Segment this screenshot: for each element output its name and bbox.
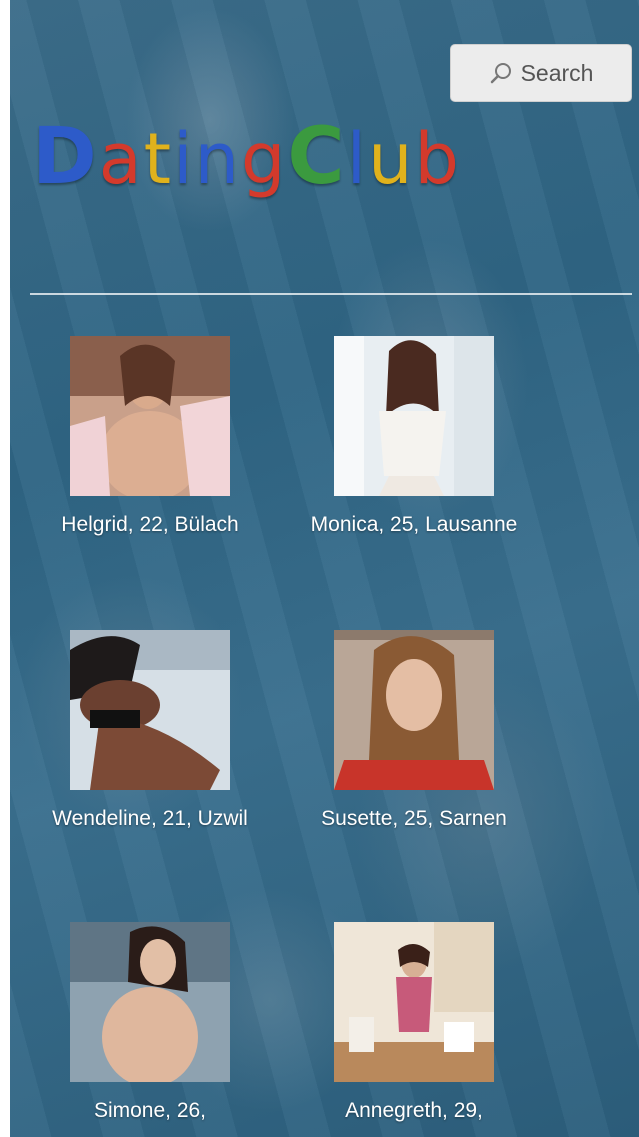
profile-name[interactable]: Simone, 26, — [10, 1094, 290, 1128]
profile-name[interactable]: Helgrid, 22, Bülach — [10, 508, 290, 542]
profile-card[interactable]: Simone, 26, — [10, 922, 290, 1128]
profile-card[interactable]: Annegreth, 29, — [274, 922, 554, 1128]
profile-photo[interactable] — [70, 336, 230, 496]
profile-card[interactable]: Susette, 25, Sarnen — [274, 630, 554, 836]
profile-photo[interactable] — [70, 922, 230, 1082]
profile-photo[interactable] — [334, 630, 494, 790]
profile-name[interactable]: Annegreth, 29, — [274, 1094, 554, 1128]
profile-card[interactable]: Helgrid, 22, Bülach — [10, 336, 290, 542]
profile-name[interactable]: Wendeline, 21, Uzwil — [10, 802, 290, 836]
profile-photo[interactable] — [70, 630, 230, 790]
profile-grid: Helgrid, 22, Bülach Monica, 25, Lausanne… — [0, 0, 639, 1137]
profile-card[interactable]: Wendeline, 21, Uzwil — [10, 630, 290, 836]
profile-name[interactable]: Monica, 25, Lausanne — [274, 508, 554, 542]
profile-photo[interactable] — [334, 336, 494, 496]
profile-name[interactable]: Susette, 25, Sarnen — [274, 802, 554, 836]
profile-card[interactable]: Monica, 25, Lausanne — [274, 336, 554, 542]
profile-photo[interactable] — [334, 922, 494, 1082]
